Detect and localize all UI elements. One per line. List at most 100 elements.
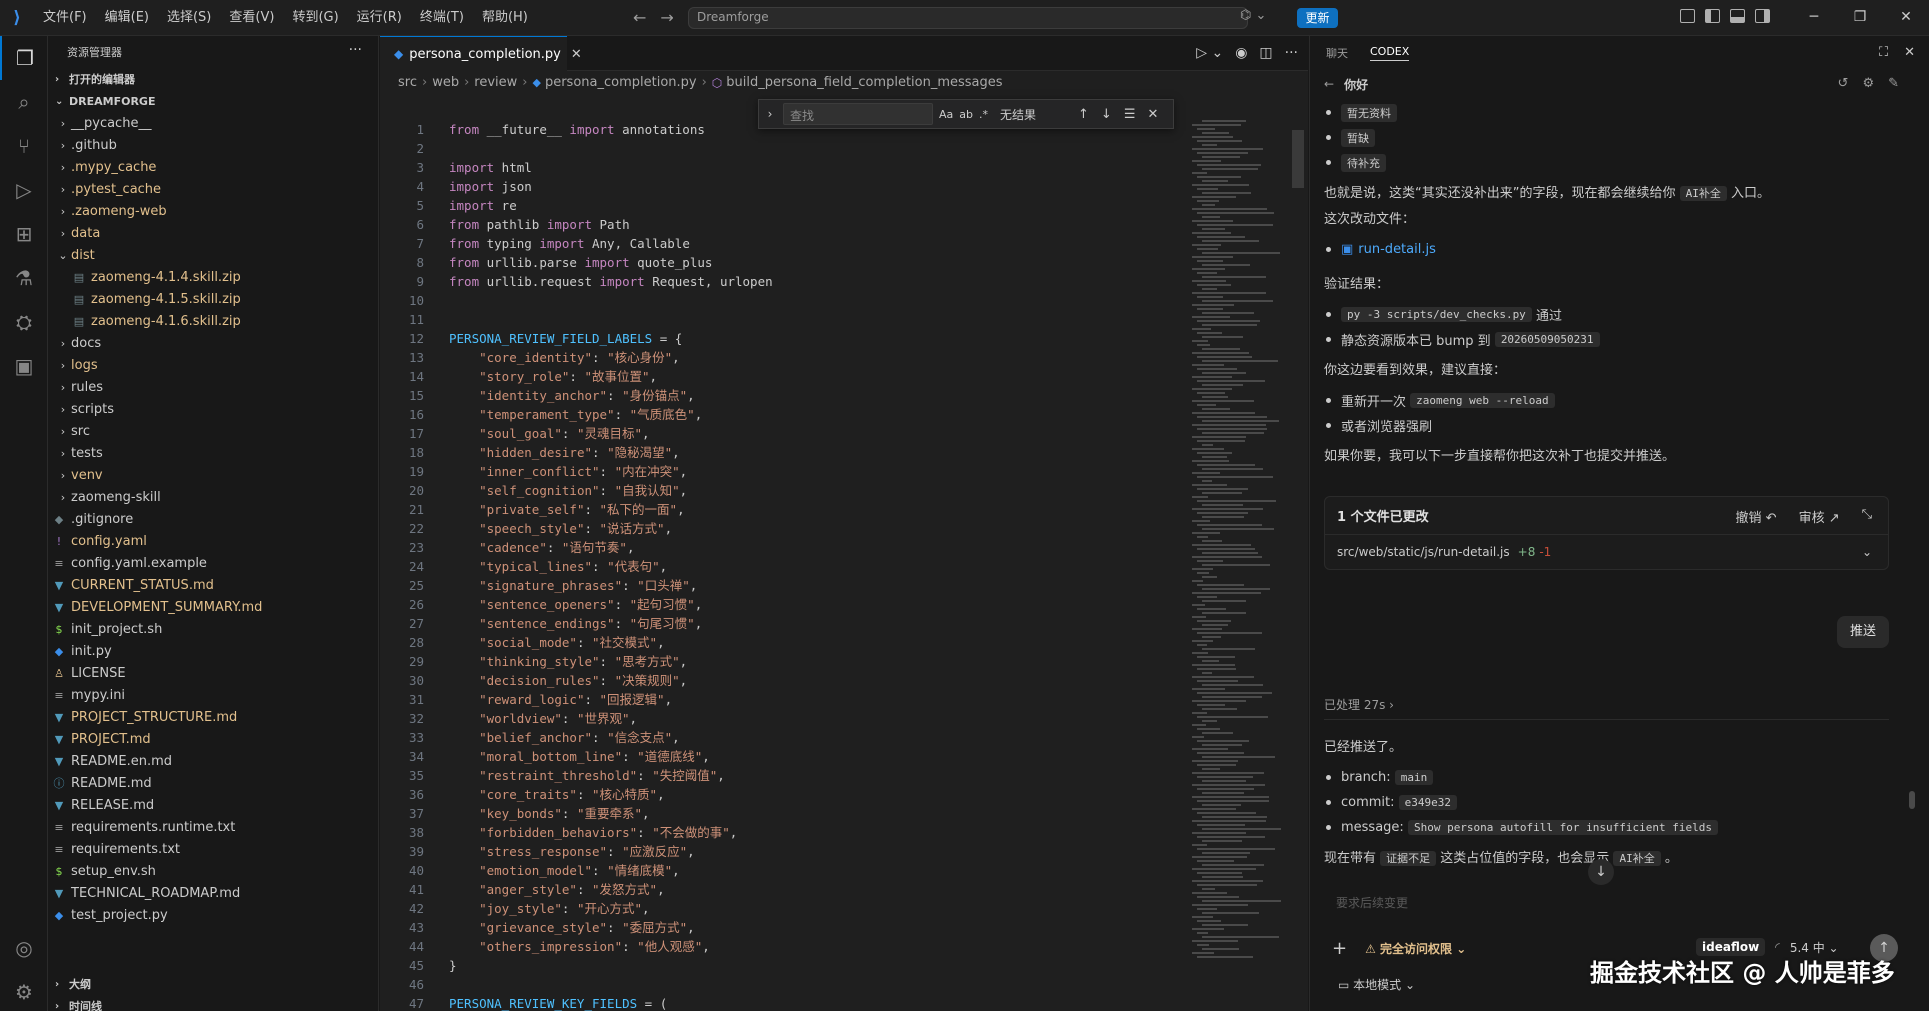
tree-item[interactable]: ▤ zaomeng-4.1.6.skill.zip [49,310,378,332]
find-in-selection-icon[interactable]: ☰ [1124,107,1136,122]
run-file-icon[interactable]: ▷ ⌄ [1196,45,1223,61]
copilot-icon[interactable]: ⌬ ⌄ [1240,8,1266,23]
editor-scrollbar[interactable] [1292,130,1304,188]
restore-icon[interactable]: ❐ [1837,0,1883,36]
toggle-replace-icon[interactable]: › [759,107,781,121]
next-match-icon[interactable]: ↓ [1101,107,1112,122]
review-button[interactable]: 审核 ↗ [1799,507,1840,526]
tab-chat[interactable]: 聊天 [1326,45,1348,61]
close-window-icon[interactable]: ✕ [1883,0,1929,36]
toggle-secondary-sidebar-icon[interactable] [1755,9,1770,23]
manage-gear-icon[interactable]: ⚙ [0,970,48,1011]
extensions-icon[interactable]: ⊞ [0,212,48,256]
workspace-root[interactable]: ⌄ DREAMFORGE [49,90,378,112]
menu-help[interactable]: 帮助(H) [473,0,537,36]
open-editors-section[interactable]: › 打开的编辑器 [49,68,378,90]
tree-item[interactable]: ! config.yaml [49,530,378,552]
tree-item[interactable]: ≡ requirements.runtime.txt [49,816,378,838]
python-icon[interactable]: ⛭ [0,300,48,344]
menu-file[interactable]: 文件(F) [34,0,96,36]
tree-item[interactable]: ▼ DEVELOPMENT_SUMMARY.md [49,596,378,618]
breadcrumb-src[interactable]: src [398,75,417,90]
menu-go[interactable]: 转到(G) [283,0,347,36]
breadcrumb-symbol[interactable]: build_persona_field_completion_messages [726,75,1002,90]
code-area[interactable]: 1 from __future__ import annotations 2 3 imp… [380,120,1188,1011]
tree-item[interactable]: ◆ init.py [49,640,378,662]
tree-item[interactable]: ◆ test_project.py [49,904,378,926]
menu-selection[interactable]: 选择(S) [158,0,220,36]
tree-item[interactable]: ▼ CURRENT_STATUS.md [49,574,378,596]
tab-persona-completion[interactable]: ◆ persona_completion.py ✕ [380,36,582,71]
tree-item[interactable]: › scripts [49,398,378,420]
scroll-down-icon[interactable]: ↓ [1588,859,1614,885]
menu-run[interactable]: 运行(R) [348,0,411,36]
source-control-icon[interactable]: ⑂ [0,124,48,168]
tree-item[interactable]: › logs [49,354,378,376]
accounts-icon[interactable]: ◎ [0,926,48,970]
testing-icon[interactable]: ⚗ [0,256,48,300]
command-center[interactable]: Dreamforge [688,7,1248,29]
tree-item[interactable]: ▼ PROJECT_STRUCTURE.md [49,706,378,728]
tree-item[interactable]: › .mypy_cache [49,156,378,178]
tree-item[interactable]: › venv [49,464,378,486]
tree-item[interactable]: ▼ TECHNICAL_ROADMAP.md [49,882,378,904]
tree-item[interactable]: ⌄ dist [49,244,378,266]
local-mode-selector[interactable]: ▭ 本地模式 ⌄ [1338,976,1415,993]
permission-selector[interactable]: ⚠ 完全访问权限 ⌄ [1365,940,1466,957]
settings-gear-icon[interactable]: ⚙ [1862,76,1874,91]
tree-item[interactable]: › docs [49,332,378,354]
match-word-icon[interactable]: ab [959,108,973,121]
collapse-icon[interactable]: ⤡ [1862,507,1872,526]
tree-item[interactable]: ▤ zaomeng-4.1.4.skill.zip [49,266,378,288]
chevron-down-icon[interactable]: ⌄ [1862,545,1872,559]
tree-item[interactable]: ▼ README.en.md [49,750,378,772]
tree-item[interactable]: ▤ zaomeng-4.1.5.skill.zip [49,288,378,310]
tree-item[interactable]: ▼ RELEASE.md [49,794,378,816]
toggle-panel-icon[interactable] [1730,9,1745,23]
remote-explorer-icon[interactable]: ▣ [0,344,48,388]
tree-item[interactable]: › data [49,222,378,244]
tree-item[interactable]: $ setup_env.sh [49,860,378,882]
breadcrumb-web[interactable]: web [432,75,459,90]
customize-layout-icon[interactable] [1680,9,1695,23]
tree-item[interactable]: › __pycache__ [49,112,378,134]
breadcrumb-file[interactable]: persona_completion.py [545,75,697,90]
tree-item[interactable]: ≡ mypy.ini [49,684,378,706]
split-editor-icon[interactable]: ◫ [1259,45,1272,61]
new-chat-icon[interactable]: ✎ [1888,76,1899,91]
tree-item[interactable]: › .github [49,134,378,156]
toggle-primary-sidebar-icon[interactable] [1705,9,1720,23]
regex-icon[interactable]: .* [979,108,988,121]
back-arrow-icon[interactable]: ← [1324,77,1334,91]
tree-item[interactable]: › src [49,420,378,442]
tree-item[interactable]: ◆ .gitignore [49,508,378,530]
close-tab-icon[interactable]: ✕ [571,47,582,62]
tree-item[interactable]: › .pytest_cache [49,178,378,200]
menu-edit[interactable]: 编辑(E) [96,0,158,36]
chat-scrollbar[interactable] [1909,791,1915,809]
history-icon[interactable]: ↺ [1838,76,1849,91]
menu-terminal[interactable]: 终端(T) [411,0,473,36]
tree-item[interactable]: ♙ LICENSE [49,662,378,684]
match-case-icon[interactable]: Aa [939,108,953,121]
tree-item[interactable]: ⓘ README.md [49,772,378,794]
add-context-icon[interactable]: + [1332,938,1347,959]
changed-file-row[interactable]: src/web/static/js/run-detail.js +8 -1 ⌄ [1325,535,1888,569]
push-button[interactable]: 推送 [1837,616,1889,648]
tree-item[interactable]: › .zaomeng-web [49,200,378,222]
copilot-review-icon[interactable]: ◉ [1235,45,1247,61]
more-actions-icon[interactable]: ··· [349,42,362,58]
search-icon[interactable]: ⌕ [0,80,48,124]
tree-item[interactable]: › rules [49,376,378,398]
update-button[interactable]: 更新 [1297,8,1338,28]
forward-arrow-icon[interactable]: → [660,8,673,27]
timeline-section[interactable]: › 时间线 [49,995,378,1011]
close-find-icon[interactable]: ✕ [1147,107,1158,122]
tree-item[interactable]: › zaomeng-skill [49,486,378,508]
more-actions-icon[interactable]: ··· [1285,45,1298,61]
menu-view[interactable]: 查看(V) [220,0,283,36]
tree-item[interactable]: ≡ requirements.txt [49,838,378,860]
breadcrumb-review[interactable]: review [474,75,517,90]
minimize-icon[interactable]: ─ [1791,0,1837,36]
tree-item[interactable]: › tests [49,442,378,464]
